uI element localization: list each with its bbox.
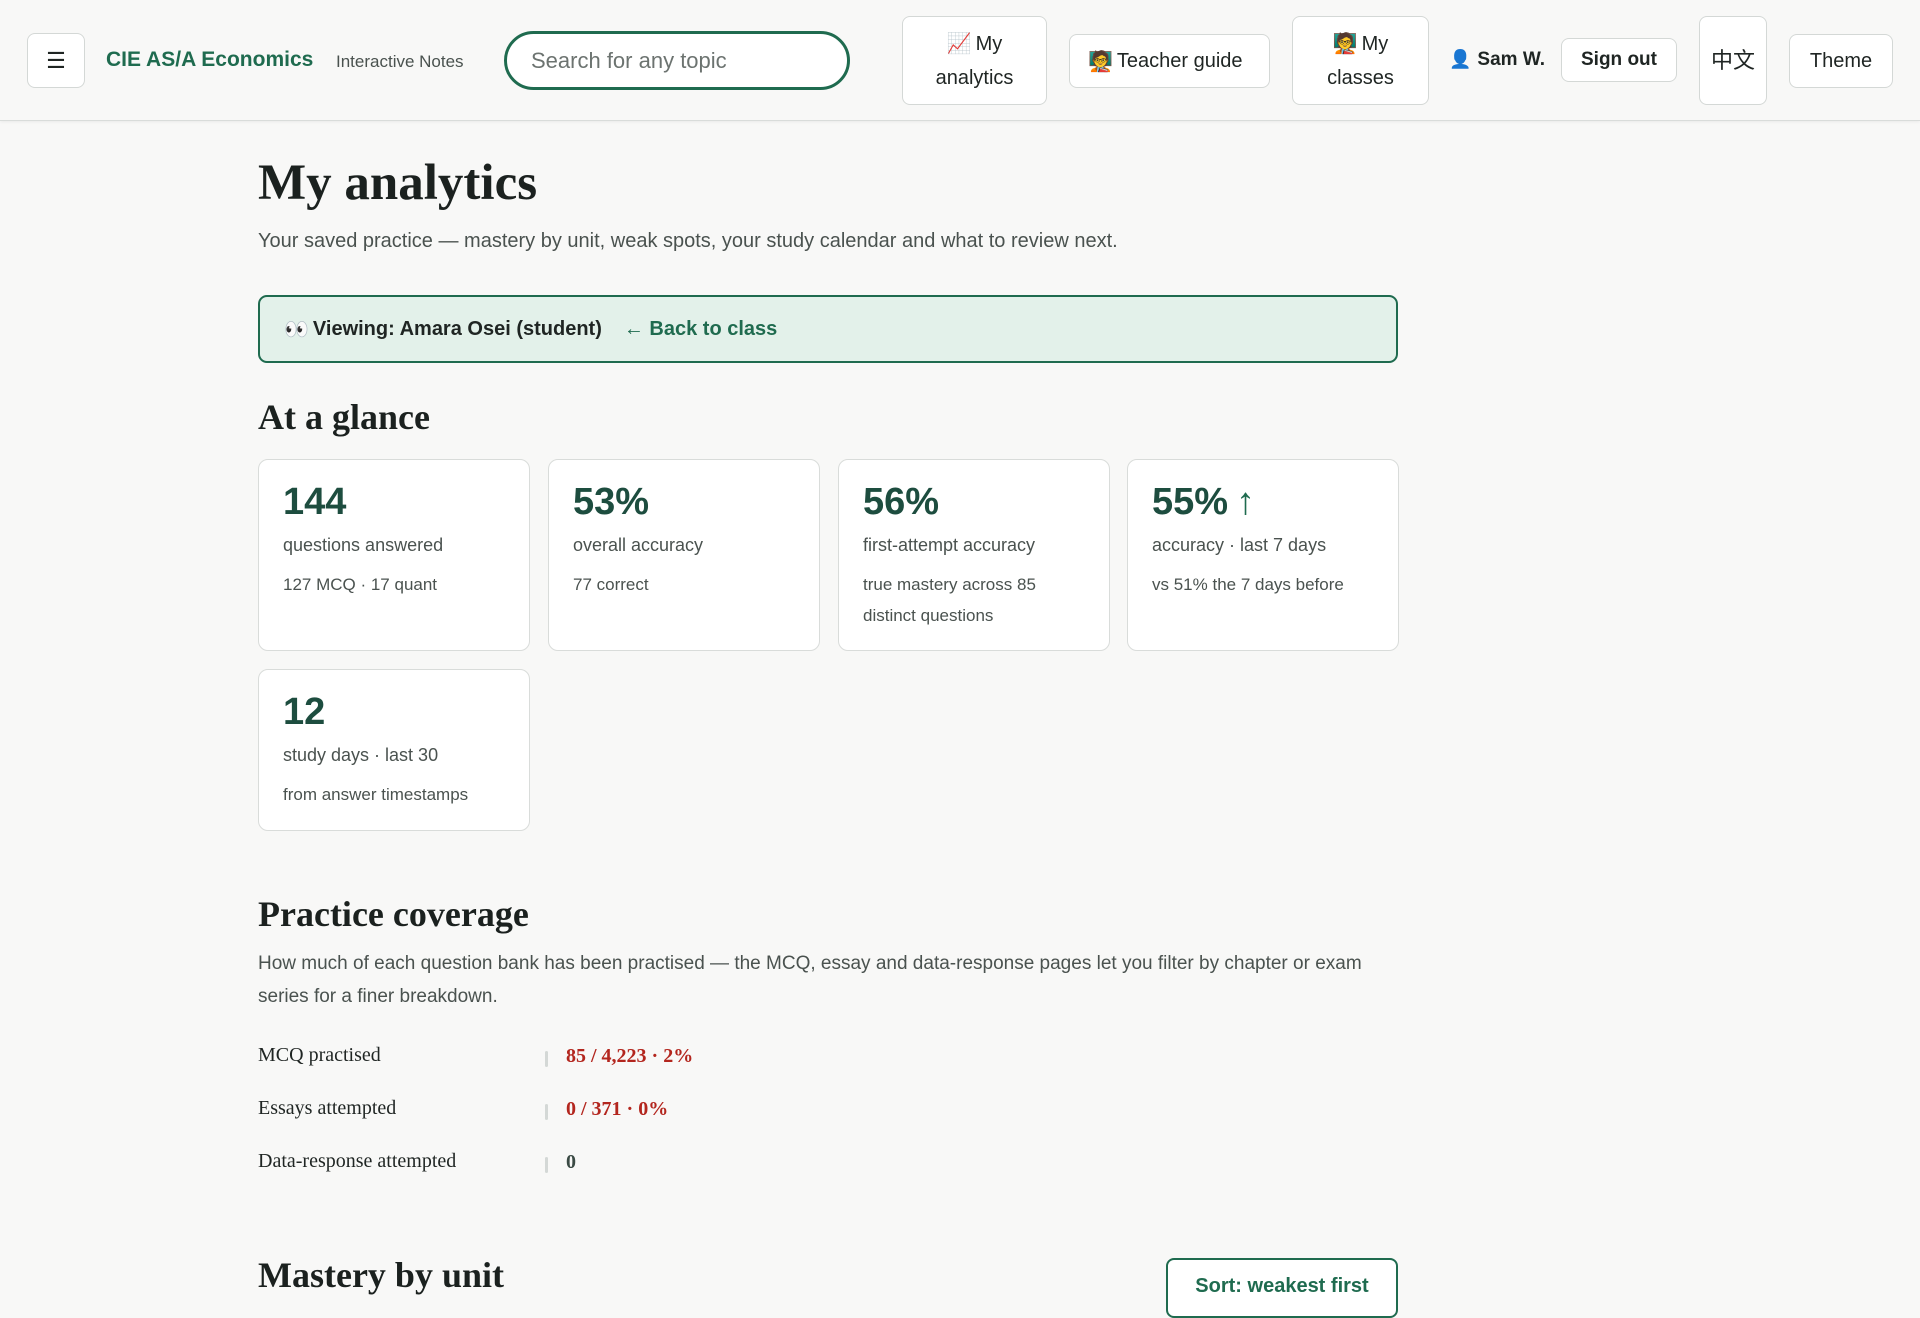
top-navigation-bar: ☰ CIE AS/A Economics Interactive Notes 📈… (0, 0, 1920, 121)
user-icon: 👤 (1449, 49, 1472, 69)
stat-value: 144 (283, 481, 347, 523)
stat-detail: vs 51% the 7 days before (1152, 574, 1344, 594)
coverage-label: Data-response attempted (258, 1150, 457, 1172)
page-subtitle: Your saved practice — mastery by unit, w… (258, 230, 1118, 252)
brand-subtitle: Interactive Notes (336, 52, 464, 71)
stat-card-first-attempt-accuracy: 56% first-attempt accuracy true mastery … (838, 459, 1110, 651)
stat-label: overall accuracy (573, 534, 704, 555)
nav-my-classes-button[interactable]: 🧑‍🏫 My classes (1292, 16, 1429, 105)
coverage-value: 0 (566, 1151, 576, 1173)
coverage-row-mcq: MCQ practised 85 / 4,223 · 2% (258, 1044, 1158, 1074)
at-a-glance-heading: At a glance (258, 397, 430, 437)
coverage-row-essays: Essays attempted 0 / 371 · 0% (258, 1097, 1158, 1127)
sign-out-button[interactable]: Sign out (1561, 38, 1677, 82)
hamburger-menu-button[interactable]: ☰ (27, 33, 85, 88)
stat-card-overall-accuracy: 53% overall accuracy 77 correct (548, 459, 820, 651)
coverage-divider (545, 1104, 548, 1120)
stat-card-study-days: 12 study days · last 30 from answer time… (258, 669, 530, 831)
stat-value: 55% (1152, 481, 1229, 523)
chart-icon: 📈 (946, 32, 972, 55)
stat-card-accuracy-last-7-days: 55% ↑ accuracy · last 7 days vs 51% the 7… (1127, 459, 1399, 651)
language-toggle-button[interactable]: 中文 (1699, 16, 1767, 105)
stat-label: accuracy · last 7 days (1152, 534, 1327, 555)
sort-toggle-button[interactable]: Sort: weakest first (1166, 1258, 1398, 1318)
nav-teacher-guide-button[interactable]: 🧑‍🏫 Teacher guide (1069, 34, 1270, 88)
coverage-label: MCQ practised (258, 1044, 381, 1066)
coverage-divider (545, 1051, 548, 1067)
stat-detail: from answer timestamps (283, 784, 469, 804)
stat-label: first-attempt accuracy (863, 534, 1036, 555)
stat-value: 53% (573, 481, 650, 523)
nav-my-analytics-button[interactable]: 📈 My analytics (902, 16, 1047, 105)
stat-value-row: 55% ↑ (1152, 481, 1374, 524)
coverage-value: 85 / 4,223 · 2% (566, 1045, 694, 1067)
teacher-icon: 🧑‍🏫 (1332, 32, 1358, 55)
coverage-divider (545, 1157, 548, 1173)
stat-detail: 127 MCQ · 17 quant (283, 574, 438, 594)
coverage-row-data-response: Data-response attempted 0 (258, 1150, 1158, 1180)
user-name: Sam W. (1477, 49, 1545, 70)
brand-title[interactable]: CIE AS/A Economics (106, 48, 313, 72)
trend-up-icon: ↑ (1236, 481, 1256, 523)
search-input[interactable] (504, 31, 850, 90)
practice-coverage-description: How much of each question bank has been … (258, 953, 1362, 1007)
user-account: 👤 Sam W. (1449, 49, 1545, 71)
stat-label: questions answered (283, 534, 444, 555)
coverage-label: Essays attempted (258, 1097, 397, 1119)
viewing-student-banner: 👀 Viewing: Amara Osei (student) ← Back t… (258, 295, 1398, 363)
coverage-value: 0 / 371 · 0% (566, 1098, 669, 1120)
back-to-class-link[interactable]: ← Back to class (624, 318, 777, 341)
stat-card-questions-answered: 144 questions answered 127 MCQ · 17 quan… (258, 459, 530, 651)
stat-detail: 77 correct (573, 574, 649, 594)
stat-detail: true mastery across 85 distinct question… (863, 574, 1036, 625)
page-title: My analytics (258, 155, 538, 211)
eyes-icon: 👀 (284, 318, 309, 341)
stat-value: 56% (863, 481, 940, 523)
stat-label: study days · last 30 (283, 744, 439, 765)
viewing-label: Viewing: Amara Osei (student) (312, 317, 602, 340)
stat-value: 12 (283, 691, 326, 733)
teacher-icon: 🧑‍🏫 (1088, 50, 1113, 73)
hamburger-icon: ☰ (46, 47, 66, 73)
theme-toggle-button[interactable]: Theme (1789, 34, 1893, 88)
practice-coverage-heading: Practice coverage (258, 894, 529, 934)
nav-teacher-guide-label: Teacher guide (1116, 49, 1243, 72)
